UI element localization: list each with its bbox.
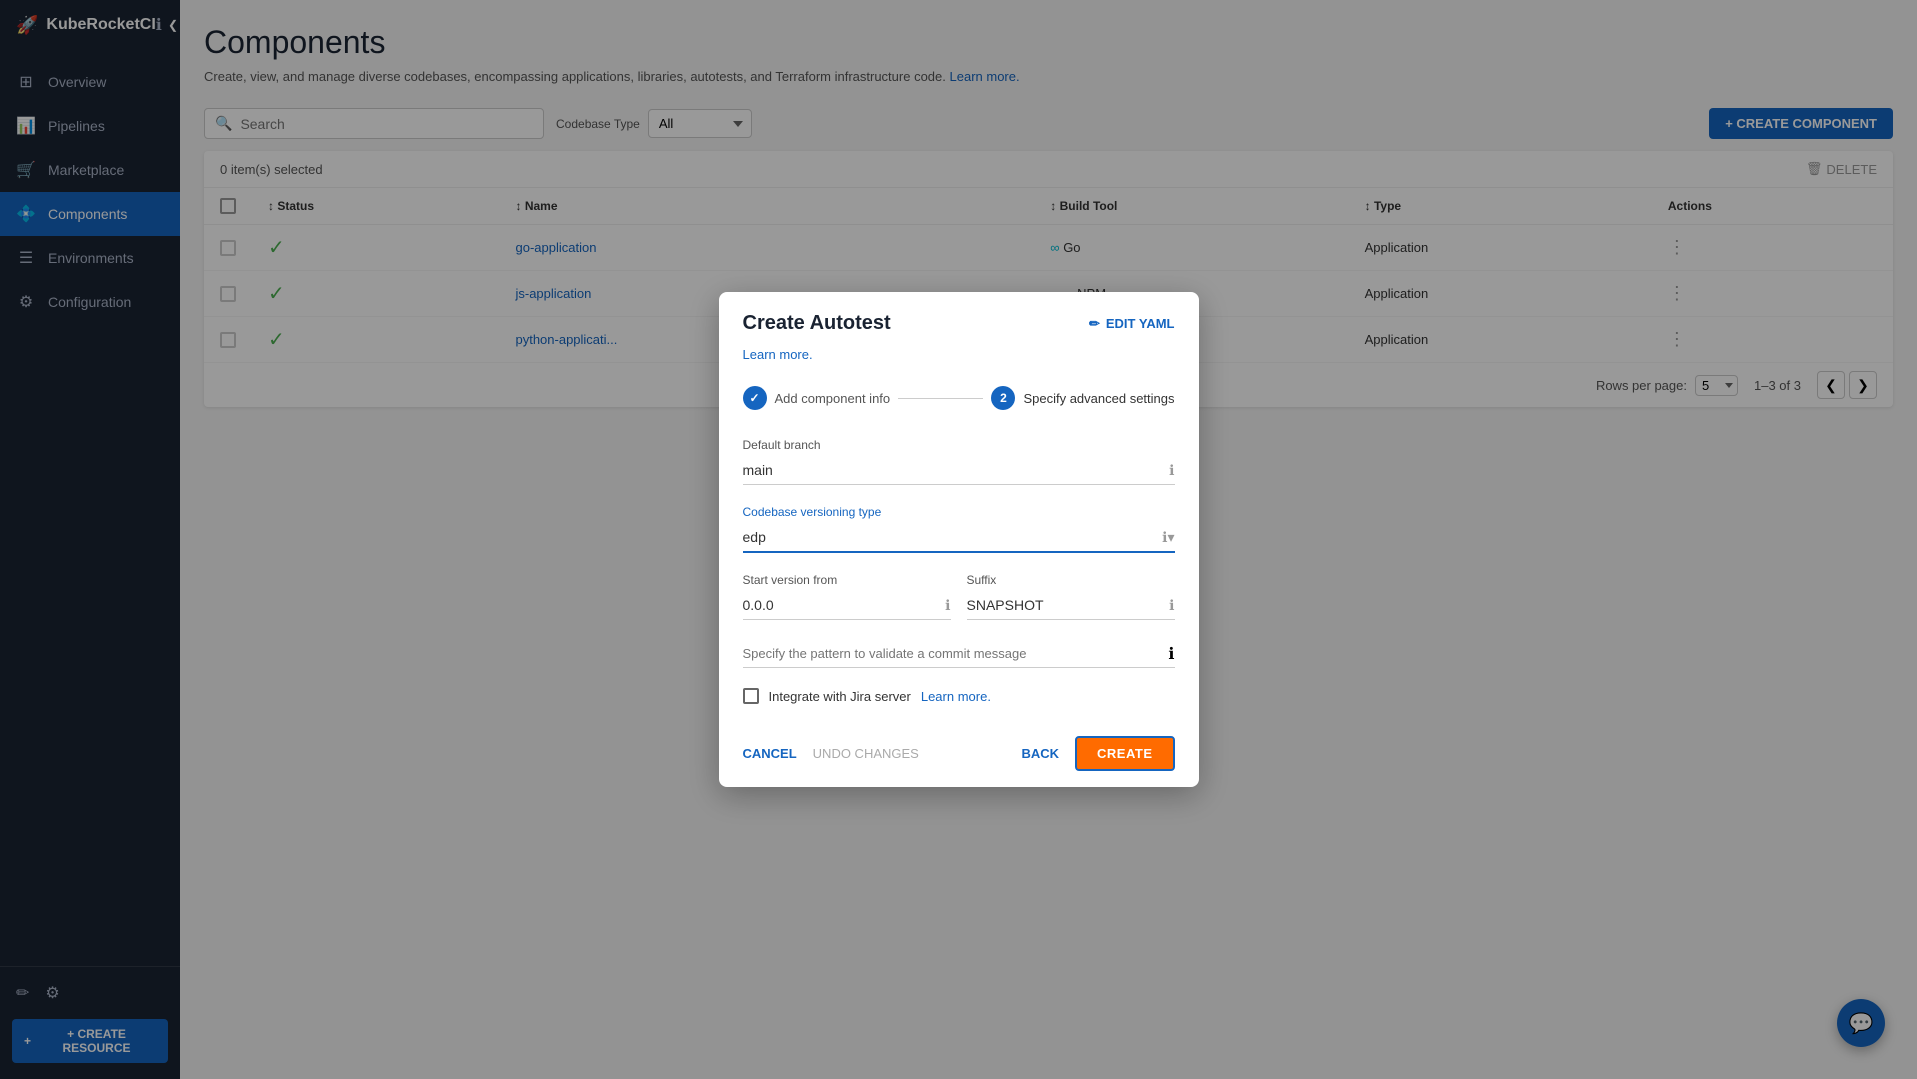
create-button[interactable]: CREATE <box>1075 736 1174 771</box>
codebase-versioning-group: Codebase versioning type ℹ ▾ <box>743 505 1175 553</box>
undo-changes-button[interactable]: UNDO CHANGES <box>813 746 919 761</box>
start-version-input[interactable] <box>743 591 946 619</box>
codebase-versioning-label: Codebase versioning type <box>743 505 1175 519</box>
pencil-icon: ✏ <box>1089 316 1100 332</box>
step-1-circle: ✓ <box>743 386 767 410</box>
step-connector <box>898 398 983 399</box>
codebase-versioning-input[interactable] <box>743 523 1163 551</box>
dialog-body: Default branch ℹ Codebase versioning typ… <box>719 422 1199 720</box>
commit-pattern-group: ℹ <box>743 640 1175 668</box>
commit-pattern-info-icon[interactable]: ℹ <box>1168 644 1174 664</box>
commit-pattern-input-wrapper: ℹ <box>743 640 1175 668</box>
edit-yaml-label: EDIT YAML <box>1106 316 1175 331</box>
step-1-check: ✓ <box>749 391 759 405</box>
suffix-label: Suffix <box>967 573 1175 587</box>
commit-pattern-input[interactable] <box>743 640 1169 667</box>
start-version-group: Start version from ℹ <box>743 573 951 620</box>
default-branch-input-wrapper: ℹ <box>743 456 1175 485</box>
dialog-header: Create Autotest ✏ EDIT YAML <box>719 292 1199 347</box>
version-row: Start version from ℹ Suffix ℹ <box>743 573 1175 640</box>
jira-learn-more-link[interactable]: Learn more. <box>921 689 991 704</box>
step-1-label: Add component info <box>775 391 891 406</box>
suffix-input[interactable] <box>967 591 1170 619</box>
default-branch-label: Default branch <box>743 438 1175 452</box>
dialog-learn-more-link[interactable]: Learn more. <box>743 347 813 362</box>
dialog-footer: CANCEL UNDO CHANGES BACK CREATE <box>719 720 1199 787</box>
jira-label: Integrate with Jira server <box>769 689 911 704</box>
modal-overlay: Create Autotest ✏ EDIT YAML Learn more. … <box>0 0 1917 1079</box>
jira-checkbox[interactable] <box>743 688 759 704</box>
dialog-learn-more[interactable]: Learn more. <box>719 347 1199 374</box>
step-2-circle: 2 <box>991 386 1015 410</box>
suffix-input-wrapper: ℹ <box>967 591 1175 620</box>
jira-row: Integrate with Jira server Learn more. <box>743 688 1175 704</box>
default-branch-group: Default branch ℹ <box>743 438 1175 485</box>
start-version-label: Start version from <box>743 573 951 587</box>
step-2-label: Specify advanced settings <box>1023 391 1174 406</box>
cancel-button[interactable]: CANCEL <box>743 746 797 761</box>
suffix-group: Suffix ℹ <box>967 573 1175 620</box>
step-1: ✓ Add component info <box>743 386 891 410</box>
default-branch-info-icon[interactable]: ℹ <box>1169 462 1174 479</box>
default-branch-input[interactable] <box>743 456 1170 484</box>
codebase-versioning-dropdown-icon[interactable]: ▾ <box>1167 529 1174 546</box>
create-autotest-dialog: Create Autotest ✏ EDIT YAML Learn more. … <box>719 292 1199 787</box>
edit-yaml-button[interactable]: ✏ EDIT YAML <box>1089 316 1175 332</box>
step-2: 2 Specify advanced settings <box>991 386 1174 410</box>
dialog-title: Create Autotest <box>743 312 891 335</box>
step-2-number: 2 <box>1000 391 1007 405</box>
back-button[interactable]: BACK <box>1021 746 1059 761</box>
dialog-stepper: ✓ Add component info 2 Specify advanced … <box>719 374 1199 422</box>
start-version-input-wrapper: ℹ <box>743 591 951 620</box>
suffix-info-icon[interactable]: ℹ <box>1169 597 1174 614</box>
start-version-info-icon[interactable]: ℹ <box>945 597 950 614</box>
codebase-versioning-input-wrapper: ℹ ▾ <box>743 523 1175 553</box>
